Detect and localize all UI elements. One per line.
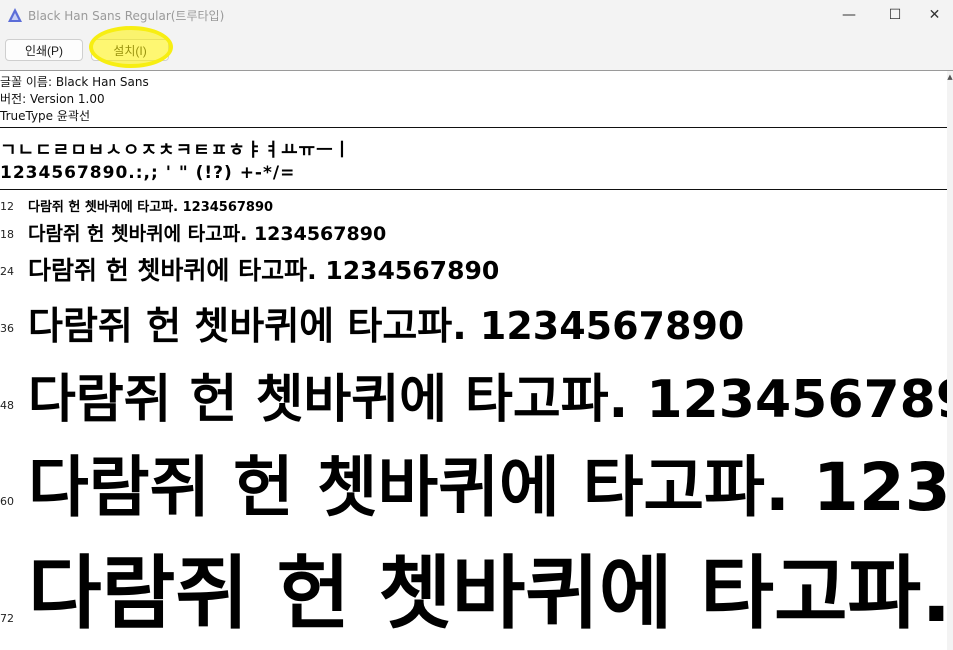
title-bar: Black Han Sans Regular(트루타입) — ☐ ✕ — [0, 0, 953, 30]
sample-size-label: 36 — [0, 322, 14, 335]
maximize-button[interactable]: ☐ — [872, 0, 918, 30]
sample-text-72: 다람쥐 헌 쳇바퀴에 타고파. 1234567890 — [28, 547, 947, 640]
font-app-icon — [8, 8, 22, 22]
digits-charset-line: 1234567890.:,; ' " (!?) +-*/= — [0, 163, 296, 183]
hangul-charset-line: ㄱㄴㄷㄹㅁㅂㅅㅇㅈㅊㅋㅌㅍㅎㅑㅕㅛㅠㅡㅣ — [0, 140, 352, 161]
sample-size-label: 72 — [0, 612, 14, 625]
print-button[interactable]: 인쇄(P) — [5, 39, 83, 61]
sample-text-48: 다람쥐 헌 쳇바퀴에 타고파. 1234567890 — [28, 370, 947, 430]
toolbar: 인쇄(P) 설치(I) — [0, 30, 953, 71]
sample-text-18: 다람쥐 헌 쳇바퀴에 타고파. 1234567890 — [28, 223, 387, 245]
divider-bottom — [0, 189, 947, 190]
font-name-line: 글꼴 이름: Black Han Sans — [0, 75, 149, 89]
window-title: Black Han Sans Regular(트루타입) — [28, 9, 225, 23]
sample-size-label: 60 — [0, 495, 14, 508]
close-icon: ✕ — [928, 7, 941, 23]
sample-text-60: 다람쥐 헌 쳇바퀴에 타고파. 1234567890 — [28, 449, 947, 526]
close-button[interactable]: ✕ — [916, 0, 953, 30]
maximize-icon: ☐ — [888, 7, 902, 23]
install-button[interactable]: 설치(I) — [91, 39, 169, 61]
sample-size-label: 48 — [0, 399, 14, 412]
sample-size-label: 24 — [0, 265, 14, 278]
divider-top — [0, 127, 947, 128]
minimize-icon: — — [842, 7, 856, 23]
minimize-button[interactable]: — — [826, 0, 872, 30]
sample-text-24: 다람쥐 헌 쳇바퀴에 타고파. 1234567890 — [28, 256, 500, 285]
scroll-up-arrow-icon[interactable]: ▲ — [947, 73, 953, 81]
sample-size-label: 18 — [0, 228, 14, 241]
font-version-line: 버전: Version 1.00 — [0, 92, 105, 106]
vertical-scrollbar[interactable] — [947, 71, 953, 650]
font-preview-area: 글꼴 이름: Black Han Sans 버전: Version 1.00 T… — [0, 71, 947, 650]
font-type-line: TrueType 윤곽선 — [0, 109, 90, 123]
sample-text-12: 다람쥐 헌 쳇바퀴에 타고파. 1234567890 — [28, 200, 274, 215]
sample-size-label: 12 — [0, 200, 14, 213]
sample-text-36: 다람쥐 헌 쳇바퀴에 타고파. 1234567890 — [28, 304, 745, 348]
